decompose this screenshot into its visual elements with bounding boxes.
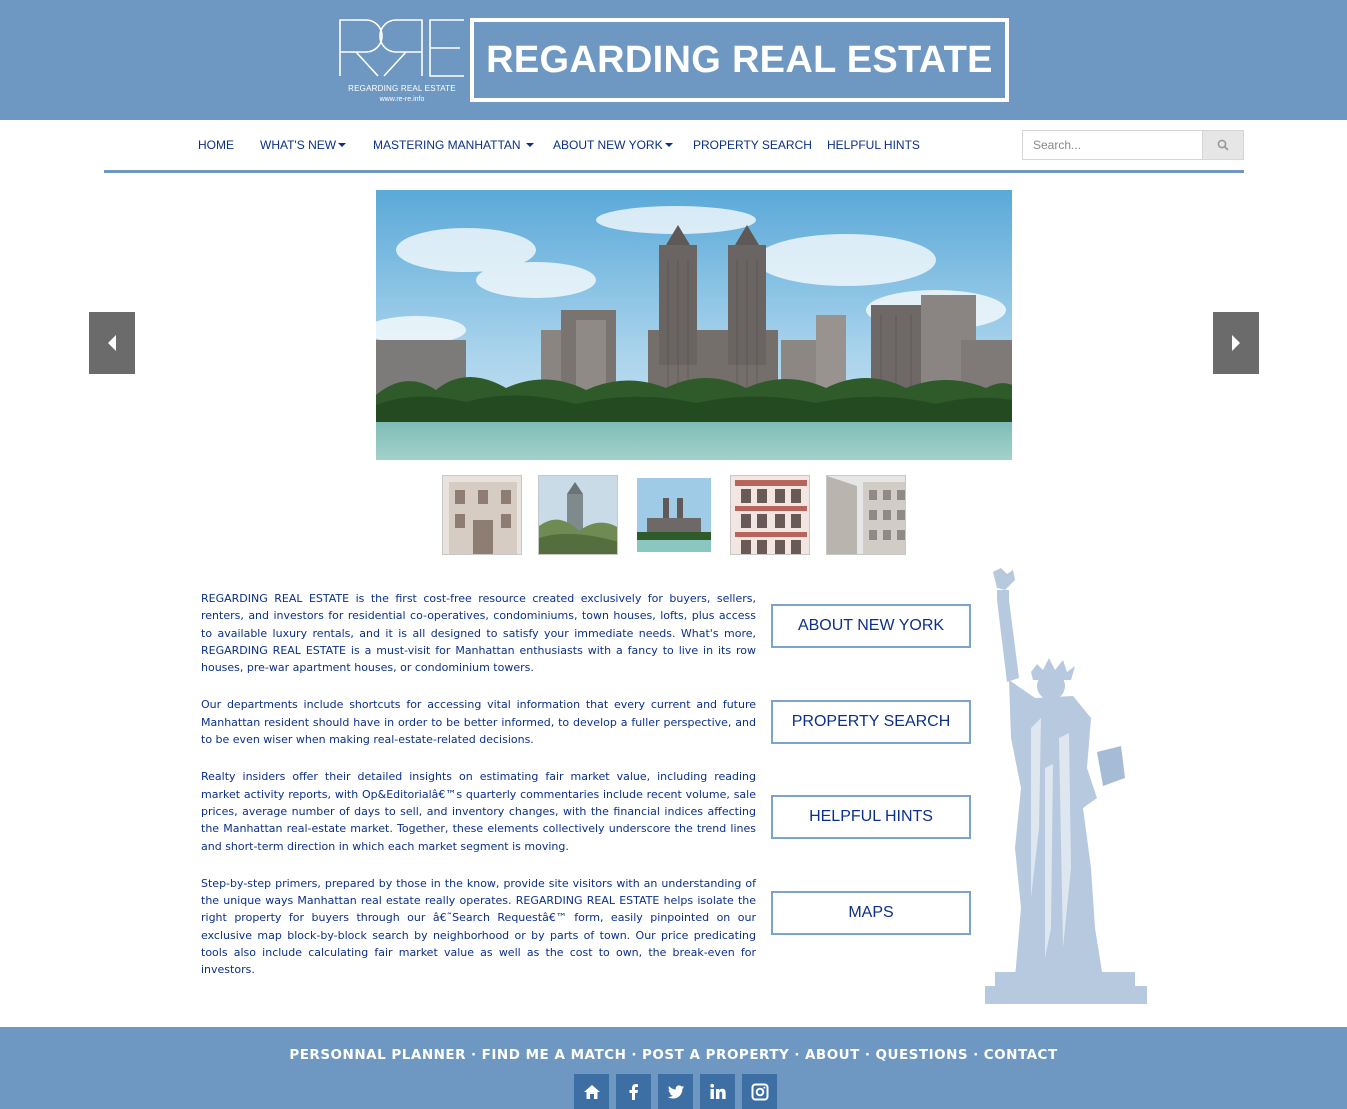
- logo-url: www.re-re.info: [379, 96, 425, 103]
- intro-paragraph-3: Realty insiders offer their detailed ins…: [201, 770, 756, 853]
- cta-label: MAPS: [848, 904, 894, 921]
- footer-separator: ·: [864, 1047, 871, 1063]
- brick-building-image: [731, 476, 809, 554]
- social-twitter-button[interactable]: [658, 1074, 693, 1109]
- nav-item-label: ABOUT NEW YORK: [553, 138, 663, 152]
- social-home-button[interactable]: [574, 1074, 609, 1109]
- nav-item-mastering-manhattan[interactable]: MASTERING MANHATTAN: [373, 138, 534, 152]
- search-input[interactable]: [1022, 130, 1202, 160]
- site-header: REGARDING REAL ESTATE www.re-re.info REG…: [0, 0, 1347, 120]
- rre-logo-mark: [339, 19, 464, 77]
- cta-label: ABOUT NEW YORK: [797, 617, 945, 634]
- footer-separator: ·: [794, 1047, 800, 1063]
- central-park-skyline-image: [376, 190, 1012, 460]
- home-icon: [583, 1084, 600, 1099]
- nav-item-home[interactable]: HOME: [198, 138, 234, 152]
- twitter-icon: [667, 1084, 684, 1098]
- brand-title: REGARDING REAL ESTATE: [486, 38, 993, 81]
- hero-carousel-image: [376, 190, 1012, 460]
- maps-button[interactable]: MAPS: [771, 891, 971, 935]
- footer-link-find-me-a-match[interactable]: FIND ME A MATCH: [482, 1047, 627, 1063]
- search-icon: [1217, 139, 1229, 151]
- site-logo[interactable]: REGARDING REAL ESTATE www.re-re.info: [338, 16, 466, 106]
- intro-paragraph-4: Step-by-step primers, prepared by those …: [201, 876, 756, 977]
- skyline-image: [637, 478, 711, 552]
- footer-link-about[interactable]: ABOUT: [805, 1047, 860, 1063]
- nav-item-label: MASTERING MANHATTAN: [373, 138, 521, 152]
- social-instagram-button[interactable]: [742, 1074, 777, 1109]
- intro-paragraph-1: REGARDING REAL ESTATE is the first cost-…: [201, 592, 756, 675]
- thumbnail-townhouse[interactable]: [442, 475, 522, 555]
- nav-item-label: HELPFUL HINTS: [827, 138, 920, 152]
- footer-separator: ·: [973, 1047, 979, 1063]
- nav-item-helpful-hints[interactable]: HELPFUL HINTS: [827, 138, 920, 152]
- about-new-york-button[interactable]: ABOUT NEW YORK: [771, 604, 971, 648]
- thumbnail-skyline[interactable]: [637, 478, 711, 552]
- avenue-buildings-image: [827, 476, 905, 554]
- helpful-hints-button[interactable]: HELPFUL HINTS: [771, 795, 971, 839]
- carousel-prev-button[interactable]: [89, 312, 135, 374]
- caret-down-icon: [525, 142, 534, 147]
- footer-link-contact[interactable]: CONTACT: [984, 1047, 1058, 1063]
- townhouse-image: [443, 476, 521, 554]
- main-navigation: HOME WHAT'S NEW MASTERING MANHATTAN ABOU…: [104, 120, 1244, 173]
- cta-label: HELPFUL HINTS: [809, 808, 933, 825]
- nav-item-about-new-york[interactable]: ABOUT NEW YORK: [553, 138, 673, 152]
- footer-link-questions[interactable]: QUESTIONS: [876, 1047, 969, 1063]
- instagram-icon: [751, 1083, 768, 1100]
- nav-item-label: HOME: [198, 138, 234, 152]
- brand-title-box[interactable]: REGARDING REAL ESTATE: [470, 18, 1009, 102]
- nav-item-whats-new[interactable]: WHAT'S NEW: [260, 138, 347, 152]
- social-facebook-button[interactable]: [616, 1074, 651, 1109]
- footer-link-personnal-planner[interactable]: PERSONNAL PLANNER: [289, 1047, 466, 1063]
- property-search-button[interactable]: PROPERTY SEARCH: [771, 700, 971, 744]
- social-linkedin-button[interactable]: [700, 1074, 735, 1109]
- caret-down-icon: [338, 142, 347, 147]
- search-button[interactable]: [1202, 130, 1244, 160]
- caret-down-icon: [664, 142, 673, 147]
- statue-of-liberty-illustration: [985, 568, 1147, 1004]
- chevron-left-icon: [108, 335, 116, 351]
- carousel-thumbnails: [442, 475, 912, 555]
- nav-item-property-search[interactable]: PROPERTY SEARCH: [693, 138, 812, 152]
- carousel-next-button[interactable]: [1213, 312, 1259, 374]
- footer-separator: ·: [471, 1047, 477, 1063]
- castle-image: [539, 476, 617, 554]
- logo-tagline: REGARDING REAL ESTATE: [348, 84, 456, 93]
- facebook-icon: [629, 1083, 638, 1100]
- footer-link-post-a-property[interactable]: POST A PROPERTY: [642, 1047, 789, 1063]
- social-links: [574, 1074, 778, 1109]
- intro-content: REGARDING REAL ESTATE is the first cost-…: [201, 590, 756, 999]
- thumbnail-avenue-buildings[interactable]: [826, 475, 906, 555]
- nav-item-label: WHAT'S NEW: [260, 138, 337, 152]
- linkedin-icon: [709, 1083, 726, 1099]
- nav-item-label: PROPERTY SEARCH: [693, 138, 812, 152]
- search-form: [1022, 130, 1244, 160]
- footer-links: PERSONNAL PLANNER · FIND ME A MATCH · POST A…: [0, 1047, 1347, 1063]
- site-footer: PERSONNAL PLANNER · FIND ME A MATCH · POST A…: [0, 1027, 1347, 1109]
- thumbnail-belvedere-castle[interactable]: [538, 475, 618, 555]
- chevron-right-icon: [1232, 335, 1240, 351]
- cta-label: PROPERTY SEARCH: [791, 713, 951, 730]
- footer-separator: ·: [631, 1047, 638, 1063]
- intro-paragraph-2: Our departments include shortcuts for ac…: [201, 698, 756, 747]
- thumbnail-brick-building[interactable]: [730, 475, 810, 555]
